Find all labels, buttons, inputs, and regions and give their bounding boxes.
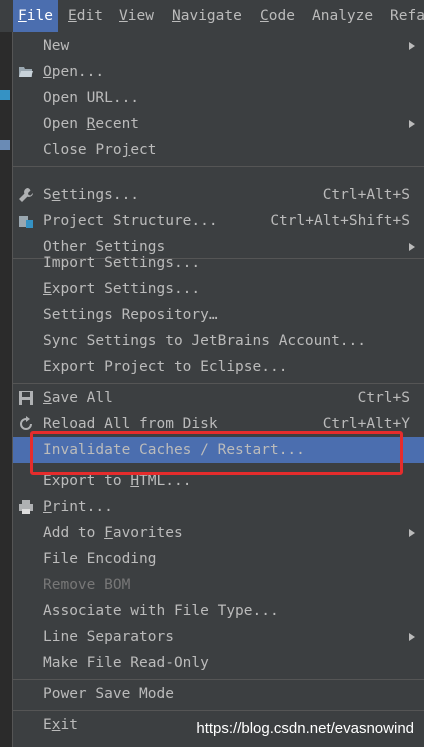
menu-navigate[interactable]: Navigate: [168, 0, 246, 32]
menu-item-label: New: [43, 38, 70, 54]
shortcut-label: Ctrl+S: [357, 390, 410, 406]
menu-item-remove-bom: Remove BOM: [13, 572, 424, 598]
menu-item-label: Sync Settings to JetBrains Account...: [43, 333, 367, 349]
menu-item-label: Exit: [43, 717, 78, 733]
menu-item-label: Import Settings...: [43, 255, 201, 271]
menu-item-label: Settings...: [43, 187, 140, 203]
menu-item-associate-with-file-type[interactable]: Associate with File Type...: [13, 598, 424, 624]
menu-item-label: Close Project: [43, 142, 157, 158]
submenu-arrow-icon: [409, 120, 415, 128]
menu-item-label: Associate with File Type...: [43, 603, 279, 619]
menu-analyze[interactable]: Analyze: [308, 0, 377, 32]
menu-item-export-project-to-eclipse[interactable]: Export Project to Eclipse...: [13, 354, 424, 380]
menu-code[interactable]: Code: [256, 0, 299, 32]
menu-bar: File Edit View Navigate Code Analyze Refa: [0, 0, 424, 32]
print-icon: [18, 499, 34, 515]
menu-item-label: Make File Read-Only: [43, 655, 209, 671]
menu-item-open-url[interactable]: Open URL...: [13, 85, 424, 111]
submenu-arrow-icon: [409, 529, 415, 537]
menu-item-label: Add to Favorites: [43, 525, 183, 541]
submenu-arrow-icon: [409, 633, 415, 641]
menu-item-export-settings[interactable]: Export Settings...: [13, 276, 424, 302]
menu-item-sync-settings-to-jetbrains-account[interactable]: Sync Settings to JetBrains Account...: [13, 328, 424, 354]
menu-item-open[interactable]: Open...: [13, 59, 424, 85]
menu-item-label: Export Settings...: [43, 281, 201, 297]
menu-item-print[interactable]: Print...: [13, 494, 424, 520]
save-icon: [18, 390, 34, 406]
shortcut-label: Ctrl+Alt+S: [322, 187, 410, 203]
menu-separator: [13, 166, 424, 167]
menu-item-make-file-read-only[interactable]: Make File Read-Only: [13, 650, 424, 676]
folder-open-icon: [18, 64, 34, 80]
menu-item-label: Remove BOM: [43, 577, 131, 593]
menu-item-settings[interactable]: Settings... Ctrl+Alt+S: [13, 182, 424, 208]
menu-item-label: Project Structure...: [43, 213, 218, 229]
reload-icon: [18, 416, 34, 432]
menu-item-add-to-favorites[interactable]: Add to Favorites: [13, 520, 424, 546]
menu-item-label: Print...: [43, 499, 113, 515]
menu-item-label: Open URL...: [43, 90, 140, 106]
menu-file[interactable]: File: [13, 0, 58, 32]
menu-item-project-structure[interactable]: Project Structure... Ctrl+Alt+Shift+S: [13, 208, 424, 234]
menu-item-settings-repository[interactable]: Settings Repository…: [13, 302, 424, 328]
editor-gutter-strip: [0, 0, 12, 747]
menu-item-file-encoding[interactable]: File Encoding: [13, 546, 424, 572]
submenu-arrow-icon: [409, 42, 415, 50]
menu-item-label: Open...: [43, 64, 105, 80]
menu-item-label: Line Separators: [43, 629, 174, 645]
menu-item-close-project[interactable]: Close Project: [13, 137, 424, 163]
menu-view[interactable]: View: [115, 0, 158, 32]
menu-item-label: Power Save Mode: [43, 686, 174, 702]
editor-gutter-mark: [0, 90, 10, 100]
menu-item-save-all[interactable]: Save All Ctrl+S: [13, 385, 424, 411]
menu-item-import-settings[interactable]: Import Settings...: [13, 250, 424, 276]
menu-item-new[interactable]: New: [13, 33, 424, 59]
wrench-icon: [18, 187, 34, 203]
project-structure-icon: [18, 213, 34, 229]
menu-item-label: File Encoding: [43, 551, 157, 567]
menu-item-label: Export Project to Eclipse...: [43, 359, 288, 375]
menu-item-open-recent[interactable]: Open Recent: [13, 111, 424, 137]
highlight-annotation-box: [30, 431, 403, 475]
file-menu-dropdown: New Open... Open URL... Open Recent Close Pr…: [12, 32, 424, 747]
shortcut-label: Ctrl+Alt+Shift+S: [270, 213, 410, 229]
watermark: https://blog.csdn.net/evasnowind: [196, 720, 414, 737]
menu-separator: [13, 679, 424, 680]
menu-item-power-save-mode[interactable]: Power Save Mode: [13, 681, 424, 707]
menu-item-line-separators[interactable]: Line Separators: [13, 624, 424, 650]
menu-separator: [13, 710, 424, 711]
menu-item-label: Settings Repository…: [43, 307, 218, 323]
menu-item-label: Save All: [43, 390, 113, 406]
menu-separator: [13, 383, 424, 384]
menu-item-label: Open Recent: [43, 116, 140, 132]
menu-refa[interactable]: Refa: [386, 0, 424, 32]
menu-edit[interactable]: Edit: [64, 0, 107, 32]
editor-gutter-mark: [0, 140, 10, 150]
